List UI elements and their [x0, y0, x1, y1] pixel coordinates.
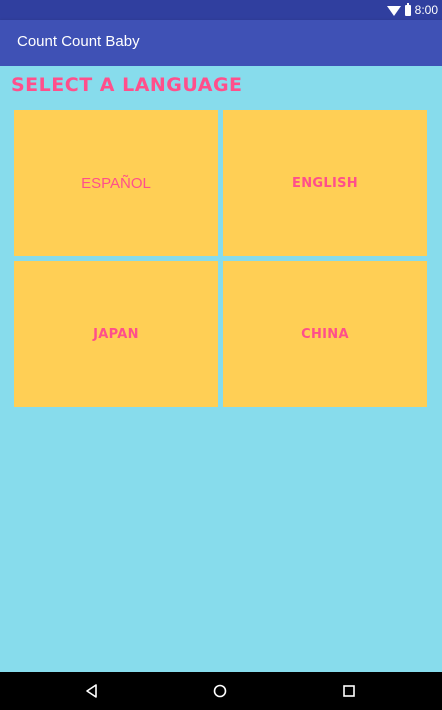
- recents-icon: [343, 685, 355, 697]
- status-bar: 8:00: [0, 0, 442, 20]
- status-time: 8:00: [414, 3, 438, 17]
- language-label: ESPAÑOL: [81, 174, 151, 192]
- app-bar: Count Count Baby: [0, 20, 442, 66]
- language-label: CHINA: [301, 326, 349, 342]
- back-icon: [86, 684, 97, 698]
- status-icons: 8:00: [386, 2, 438, 18]
- language-label: ENGLISH: [292, 175, 358, 191]
- page-title: SELECT A LANGUAGE: [11, 74, 243, 96]
- recents-button[interactable]: [341, 683, 357, 699]
- home-button[interactable]: [212, 683, 228, 699]
- language-button-china[interactable]: CHINA: [223, 261, 427, 407]
- navigation-bar: [0, 672, 442, 710]
- app-title: Count Count Baby: [17, 33, 140, 50]
- language-button-japan[interactable]: JAPAN: [14, 261, 218, 407]
- language-screen: SELECT A LANGUAGE ESPAÑOL ENGLISH JAPAN …: [0, 66, 442, 672]
- battery-icon: [404, 2, 411, 16]
- language-button-espanol[interactable]: ESPAÑOL: [14, 110, 218, 256]
- wifi-icon: [386, 5, 401, 16]
- back-button[interactable]: [84, 683, 100, 699]
- language-label: JAPAN: [93, 326, 139, 342]
- home-icon: [213, 684, 227, 698]
- language-button-english[interactable]: ENGLISH: [223, 110, 427, 256]
